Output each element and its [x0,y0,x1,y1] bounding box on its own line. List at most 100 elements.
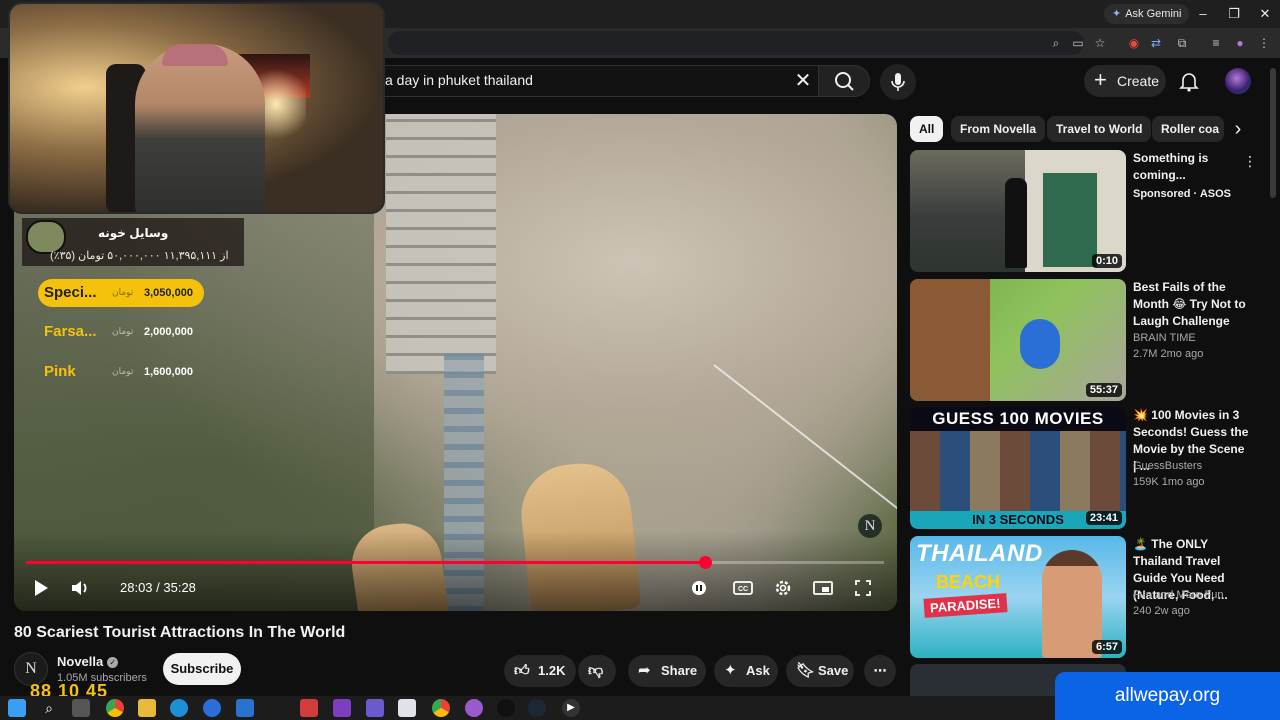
task-view-icon[interactable] [72,699,90,717]
voice-search-button[interactable] [880,64,916,100]
video-title: 80 Scariest Tourist Attractions In The W… [14,624,346,641]
miniplayer-button[interactable] [809,574,837,602]
leaderboard-unit: تومان [112,287,134,297]
play-button[interactable] [27,574,55,602]
extension-red-icon[interactable]: ◉ [1124,33,1144,53]
save-label: Save [818,663,849,678]
file-explorer-icon[interactable] [138,699,156,717]
save-button[interactable]: 🔖︎ Save [786,655,854,687]
chrome-icon[interactable] [106,699,124,717]
ask-gemini-button[interactable]: ✦ Ask Gemini [1104,4,1190,24]
app-icon[interactable] [333,699,351,717]
webcam-person [135,44,265,212]
translate-icon[interactable]: ⇄ [1146,33,1166,53]
video-thumbnail[interactable]: GUESS 100 MOVIES IN 3 SECONDS 23:41 [910,407,1126,529]
recommendation-item[interactable]: 0:10 Something is coming... Sponsored · … [910,150,1257,272]
channel-name[interactable]: Fun and More Fun [1133,588,1224,603]
subtitles-button[interactable]: CC [729,574,757,602]
share-button[interactable]: ➦ Share [628,655,706,687]
recommendation-title[interactable]: Best Fails of the Month 😂 Try Not to Lau… [1133,279,1251,330]
bookmark-icon: 🔖︎ [796,662,816,679]
thumb-tag: PARADISE! [923,593,1008,618]
video-frame-structure [386,114,496,374]
channel-name[interactable]: BRAIN TIME [1133,331,1196,346]
search-icon [835,72,854,91]
restore-button[interactable]: ❐ [1219,4,1249,24]
subscribe-button[interactable]: Subscribe [163,653,241,685]
search-query-text: a day in phuket thailand [385,72,533,88]
cast-icon[interactable]: ▭ [1068,33,1088,53]
like-button[interactable]: 👍︎ 1.2K [504,655,576,687]
notifications-bell-icon[interactable] [1176,68,1202,94]
autoplay-icon [692,581,706,595]
windows-start-icon[interactable] [8,699,26,717]
chip-roller-coaster[interactable]: Roller coa [1152,116,1224,142]
close-window-button[interactable]: ✕ [1250,4,1280,24]
app-icon[interactable] [236,699,254,717]
more-vertical-icon[interactable]: ⋮ [1243,153,1257,171]
more-actions-button[interactable]: ⋯ [864,655,896,687]
chip-travel-to-world[interactable]: Travel to World [1047,116,1152,142]
progress-scrubber[interactable] [698,556,712,569]
minimize-button[interactable]: – [1188,4,1218,24]
settings-button[interactable] [769,574,797,602]
channel-name-row[interactable]: Novella ✓ [57,654,119,669]
chrome-icon[interactable] [432,699,450,717]
volume-button[interactable] [66,574,94,602]
channel-name[interactable]: Novella [57,654,103,669]
ask-button[interactable]: ✦ Ask [714,655,778,687]
clear-search-icon[interactable]: ✕ [793,70,813,92]
leaderboard-amount: 3,050,000 [144,287,193,299]
app-icon[interactable] [203,699,221,717]
browser-menu-icon[interactable]: ⋮ [1254,33,1274,53]
address-field[interactable] [388,31,1084,55]
account-avatar[interactable] [1225,68,1251,94]
more-horizontal-icon: ⋯ [873,663,887,678]
sponsor-banner[interactable]: allwepay.org [1055,672,1280,720]
video-thumbnail[interactable]: 0:10 [910,150,1126,272]
channel-watermark[interactable]: N [858,514,882,538]
recommendation-item[interactable]: GUESS 100 MOVIES IN 3 SECONDS 23:41 💥 10… [910,407,1255,529]
zoom-icon[interactable]: ⌕ [1046,33,1066,53]
recommendation-title[interactable]: Something is coming... [1133,150,1251,184]
video-thumbnail[interactable]: THAILAND BEACH PARADISE! 6:57 [910,536,1126,658]
search-button[interactable] [818,65,870,97]
svg-text:CC: CC [738,586,748,593]
sponsored-label: Sponsored · ASOS [1133,188,1231,200]
page-scrollbar[interactable] [1270,68,1276,198]
create-button[interactable]: + Create [1084,65,1166,97]
thumbs-up-icon: 👍︎ [514,662,530,679]
app-icon[interactable] [497,699,515,717]
progress-bar[interactable] [26,556,884,569]
extensions-icon[interactable]: ⧉ [1172,33,1192,53]
chip-all[interactable]: All [910,116,944,142]
thumb-door [1040,170,1100,270]
app-icon[interactable] [366,699,384,717]
channel-name[interactable]: GuessBusters [1133,459,1202,474]
steam-icon[interactable] [528,699,546,717]
app-icon[interactable] [398,699,416,717]
fullscreen-button[interactable] [849,574,877,602]
pause-autoplay-toggle[interactable] [685,574,713,602]
dislike-button[interactable]: 👎︎ [578,655,616,687]
thumb-headline: GUESS 100 MOVIES [910,407,1126,431]
chip-from-novella[interactable]: From Novella [951,116,1046,142]
view-stats: 2.7M 2mo ago [1133,348,1204,360]
reading-list-icon[interactable]: ≡ [1206,33,1226,53]
leaderboard-amount: 2,000,000 [144,326,193,338]
leaderboard-amount: 1,600,000 [144,366,193,378]
app-icon[interactable] [300,699,318,717]
recommendation-item[interactable]: THAILAND BEACH PARADISE! 6:57 🏝️ The ONL… [910,536,1255,658]
bookmark-star-icon[interactable]: ☆ [1090,33,1110,53]
recommendation-item[interactable]: 55:37 Best Fails of the Month 😂 Try Not … [910,279,1255,401]
app-icon[interactable] [465,699,483,717]
volume-icon [72,581,87,595]
profile-icon[interactable]: ● [1230,33,1250,53]
edge-icon[interactable] [170,699,188,717]
verified-check-icon: ✓ [107,657,119,669]
search-icon[interactable]: ⌕ [40,699,58,717]
media-player-icon[interactable]: ▶ [562,699,580,717]
create-label: Create [1117,73,1160,89]
chips-next-icon[interactable]: › [1226,116,1250,142]
video-thumbnail[interactable]: 55:37 [910,279,1126,401]
